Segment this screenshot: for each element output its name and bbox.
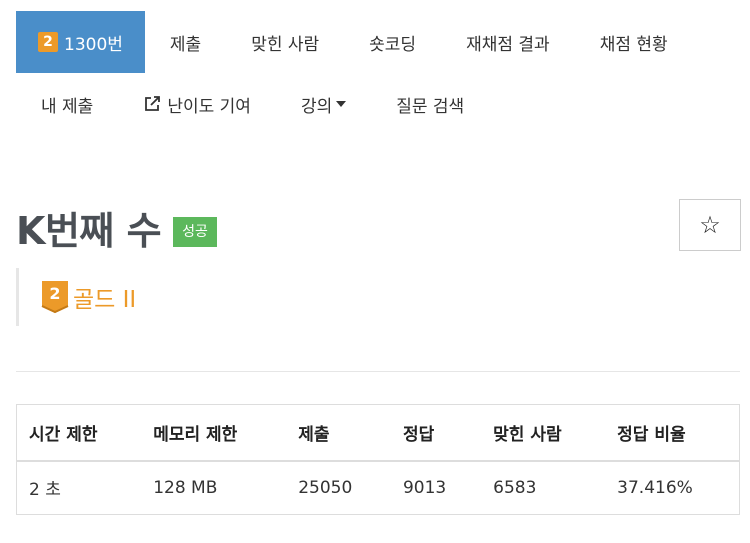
nav-my-submit[interactable]: 내 제출 xyxy=(16,73,118,135)
page-title: K번째 수 xyxy=(16,209,162,253)
tier-shield-digit: 2 xyxy=(49,284,60,303)
nav-lecture-label: 강의 xyxy=(300,96,333,117)
header-solved-users: 맞힌 사람 xyxy=(481,404,606,462)
star-button[interactable]: ☆ xyxy=(679,199,741,251)
nav-question-search[interactable]: 질문 검색 xyxy=(371,73,489,135)
tier-badge-icon: 2 xyxy=(38,32,58,52)
header-accept-rate: 정답 비율 xyxy=(605,404,740,462)
tier-name[interactable]: 골드 II xyxy=(73,280,136,314)
cell-memory-limit: 128 MB xyxy=(153,477,218,498)
nav-problem-number[interactable]: 2 1300번 xyxy=(16,11,145,73)
header-memory-limit: 메모리 제한 xyxy=(141,404,287,462)
nav-rejudge-results[interactable]: 재채점 결과 xyxy=(441,11,575,73)
cell-submissions: 25050 xyxy=(298,477,353,498)
external-link-icon xyxy=(143,95,161,113)
nav-solved-users[interactable]: 맞힌 사람 xyxy=(226,11,344,73)
nav-row-1: 2 1300번 제출 맞힌 사람 숏코딩 재채점 결과 채점 현황 xyxy=(16,11,740,73)
header-time-limit: 시간 제한 xyxy=(16,404,142,462)
nav-row-2: 내 제출 난이도 기여 강의 질문 검색 xyxy=(16,73,740,135)
problem-nav: 2 1300번 제출 맞힌 사람 숏코딩 재채점 결과 채점 현황 내 제출 난… xyxy=(16,11,740,135)
status-badge: 성공 xyxy=(173,216,217,247)
nav-short-coding[interactable]: 숏코딩 xyxy=(344,11,441,73)
problem-info-table: 시간 제한 메모리 제한 제출 정답 맞힌 사람 정답 비율 2 초 128 M… xyxy=(16,404,740,515)
table-row: 2 초 128 MB 25050 9013 6583 37.416% xyxy=(17,461,740,515)
nav-difficulty-contribution[interactable]: 난이도 기여 xyxy=(118,73,276,135)
table-header-row: 시간 제한 메모리 제한 제출 정답 맞힌 사람 정답 비율 xyxy=(16,404,740,462)
cell-solved-users: 6583 xyxy=(493,477,537,498)
cell-accepted: 9013 xyxy=(402,477,447,498)
nav-lecture-dropdown[interactable]: 강의 xyxy=(276,73,371,135)
star-icon: ☆ xyxy=(699,211,721,239)
header-submissions: 제출 xyxy=(286,404,391,462)
tier-block: 2 골드 II xyxy=(16,268,136,326)
tier-shield-icon: 2 xyxy=(41,281,69,314)
title-row: K번째 수 성공 xyxy=(16,200,217,255)
cell-time-limit: 2 초 xyxy=(29,480,61,501)
header-accepted: 정답 xyxy=(390,404,482,462)
nav-judge-status[interactable]: 채점 현황 xyxy=(575,11,693,73)
caret-down-icon xyxy=(336,101,347,107)
nav-problem-number-label: 1300번 xyxy=(64,34,123,55)
cell-accept-rate: 37.416% xyxy=(617,477,693,498)
nav-submit[interactable]: 제출 xyxy=(145,11,226,73)
nav-difficulty-label: 난이도 기여 xyxy=(167,96,251,117)
divider xyxy=(16,371,740,372)
